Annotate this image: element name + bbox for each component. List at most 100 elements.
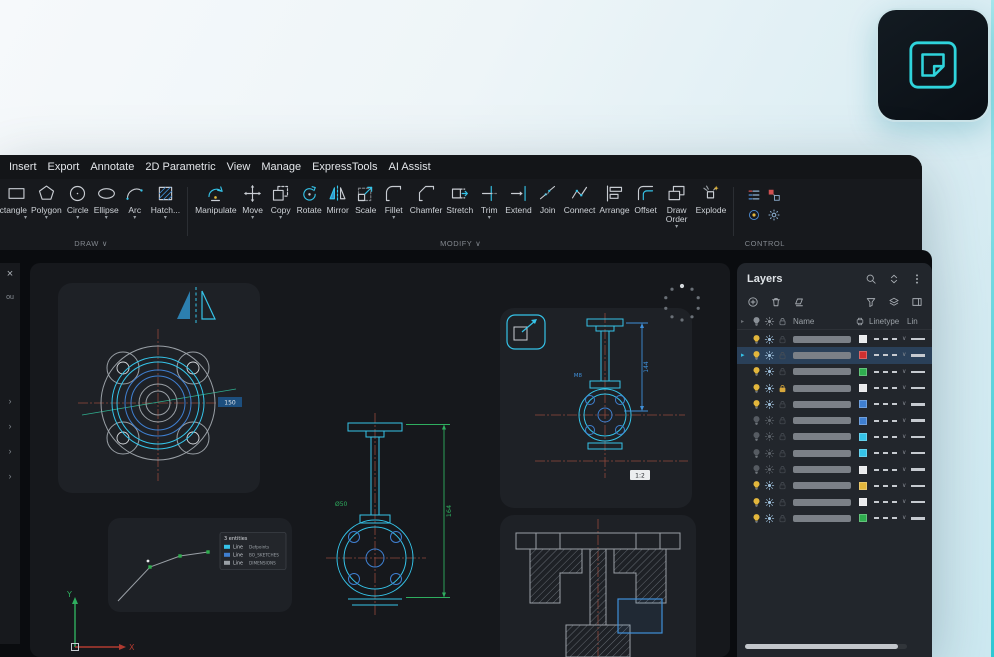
color-swatch[interactable]	[859, 449, 867, 457]
linetype-preview[interactable]	[874, 403, 898, 405]
freeze-icon[interactable]	[763, 480, 776, 491]
strip-chevron-icon[interactable]: ›	[9, 422, 12, 431]
linetype-preview[interactable]	[874, 371, 898, 373]
color-swatch[interactable]	[859, 433, 867, 441]
lock-icon[interactable]	[776, 383, 789, 394]
linetype-chevron-icon[interactable]: ∨	[902, 467, 906, 473]
lineweight-preview[interactable]	[911, 403, 925, 405]
linetype-chevron-icon[interactable]: ∨	[902, 483, 906, 489]
freeze-icon[interactable]	[763, 464, 776, 475]
tool-hatch[interactable]: Hatch...▾	[149, 182, 182, 222]
tool-copy[interactable]: Copy▾	[267, 182, 295, 222]
tool-rotate[interactable]: Rotate	[295, 182, 324, 222]
linetype-preview[interactable]	[874, 469, 898, 471]
menu-2d-parametric[interactable]: 2D Parametric	[145, 161, 215, 173]
lineweight-preview[interactable]	[911, 501, 925, 503]
linetype-preview[interactable]	[874, 501, 898, 503]
menu-expresstools[interactable]: ExpressTools	[312, 161, 377, 173]
bulb-icon[interactable]	[750, 399, 763, 410]
layer-row[interactable]: ∨	[737, 412, 932, 428]
color-swatch[interactable]	[859, 335, 867, 343]
linetype-chevron-icon[interactable]: ∨	[902, 369, 906, 375]
lineweight-preview[interactable]	[911, 517, 925, 519]
color-swatch[interactable]	[859, 368, 867, 376]
lock-icon[interactable]	[776, 415, 789, 426]
lineweight-preview[interactable]	[911, 419, 925, 421]
column-plot-icon[interactable]	[855, 316, 869, 326]
close-icon[interactable]: ×	[7, 269, 13, 280]
strip-chevron-icon[interactable]: ›	[9, 397, 12, 406]
lock-icon[interactable]	[776, 464, 789, 475]
lineweight-preview[interactable]	[911, 354, 925, 356]
strip-chevron-icon[interactable]: ›	[9, 447, 12, 456]
tool-explode[interactable]: Explode	[694, 182, 729, 222]
color-swatch[interactable]	[859, 482, 867, 490]
panel-icon[interactable]	[909, 295, 924, 310]
layer-row[interactable]: ∨	[737, 478, 932, 494]
tool-ellipse[interactable]: Ellipse▾	[92, 182, 121, 222]
lock-icon[interactable]	[776, 431, 789, 442]
search-icon[interactable]	[863, 271, 878, 286]
linetype-preview[interactable]	[874, 485, 898, 487]
bulb-icon[interactable]	[750, 497, 763, 508]
freeze-icon[interactable]	[763, 431, 776, 442]
layer-row[interactable]: ∨	[737, 494, 932, 510]
color-swatch[interactable]	[859, 400, 867, 408]
freeze-icon[interactable]	[763, 448, 776, 459]
lock-icon[interactable]	[776, 513, 789, 524]
filter-icon[interactable]	[863, 295, 878, 310]
linetype-preview[interactable]	[874, 387, 898, 389]
freeze-icon[interactable]	[763, 366, 776, 377]
linetype-chevron-icon[interactable]: ∨	[902, 499, 906, 505]
linetype-preview[interactable]	[874, 420, 898, 422]
tool-mirror[interactable]: Mirror	[324, 182, 352, 222]
tool-circle[interactable]: Circle▾	[64, 182, 92, 222]
lock-icon[interactable]	[776, 399, 789, 410]
column-on-icon[interactable]	[750, 316, 763, 327]
canvas[interactable]: 150	[30, 263, 730, 657]
column-lock-icon[interactable]	[776, 316, 789, 327]
color-swatch[interactable]	[859, 417, 867, 425]
match-properties-icon[interactable]	[766, 187, 781, 202]
menu-annotate[interactable]: Annotate	[90, 161, 134, 173]
column-name[interactable]: Name	[789, 317, 855, 326]
tool-extend[interactable]: Extend	[503, 182, 533, 222]
lock-icon[interactable]	[776, 497, 789, 508]
set-current-icon[interactable]	[791, 295, 806, 310]
isolate-icon[interactable]	[746, 207, 761, 222]
freeze-icon[interactable]	[763, 399, 776, 410]
tool-arc[interactable]: Arc▾	[121, 182, 149, 222]
drawing-canvas[interactable]: 150	[30, 263, 730, 657]
lineweight-preview[interactable]	[911, 387, 925, 389]
bulb-icon[interactable]	[750, 513, 763, 524]
menu-insert[interactable]: Insert	[9, 161, 37, 173]
lineweight-preview[interactable]	[911, 371, 925, 373]
lock-icon[interactable]	[776, 334, 789, 345]
tool-manipulate[interactable]: Manipulate	[193, 182, 239, 222]
lock-icon[interactable]	[776, 448, 789, 459]
ribbon-section-control[interactable]: CONTROL	[739, 239, 790, 248]
column-expand[interactable]: ▸	[741, 318, 750, 325]
linetype-chevron-icon[interactable]: ∨	[902, 434, 906, 440]
linetype-preview[interactable]	[874, 452, 898, 454]
menu-ai-assist[interactable]: AI Assist	[389, 161, 431, 173]
lineweight-preview[interactable]	[911, 436, 925, 438]
tool-chamfer[interactable]: Chamfer	[408, 182, 445, 222]
linetype-chevron-icon[interactable]: ∨	[902, 401, 906, 407]
column-linetype[interactable]: Linetype	[869, 317, 907, 326]
delete-layer-icon[interactable]	[768, 295, 783, 310]
ribbon-section-draw[interactable]: DRAW∨	[0, 239, 182, 248]
bulb-icon[interactable]	[750, 448, 763, 459]
tool-join[interactable]: Join	[534, 182, 562, 222]
color-swatch[interactable]	[859, 466, 867, 474]
kebab-menu-icon[interactable]	[909, 271, 924, 286]
lineweight-preview[interactable]	[911, 485, 925, 487]
tool-scale[interactable]: Scale	[352, 182, 380, 222]
freeze-icon[interactable]	[763, 350, 776, 361]
layer-row[interactable]: ∨	[737, 331, 932, 347]
bulb-icon[interactable]	[750, 480, 763, 491]
bulb-icon[interactable]	[750, 350, 763, 361]
tool-arrange[interactable]: Arrange	[597, 182, 631, 222]
column-freeze-icon[interactable]	[763, 316, 776, 327]
tool-stretch[interactable]: Stretch	[444, 182, 475, 222]
